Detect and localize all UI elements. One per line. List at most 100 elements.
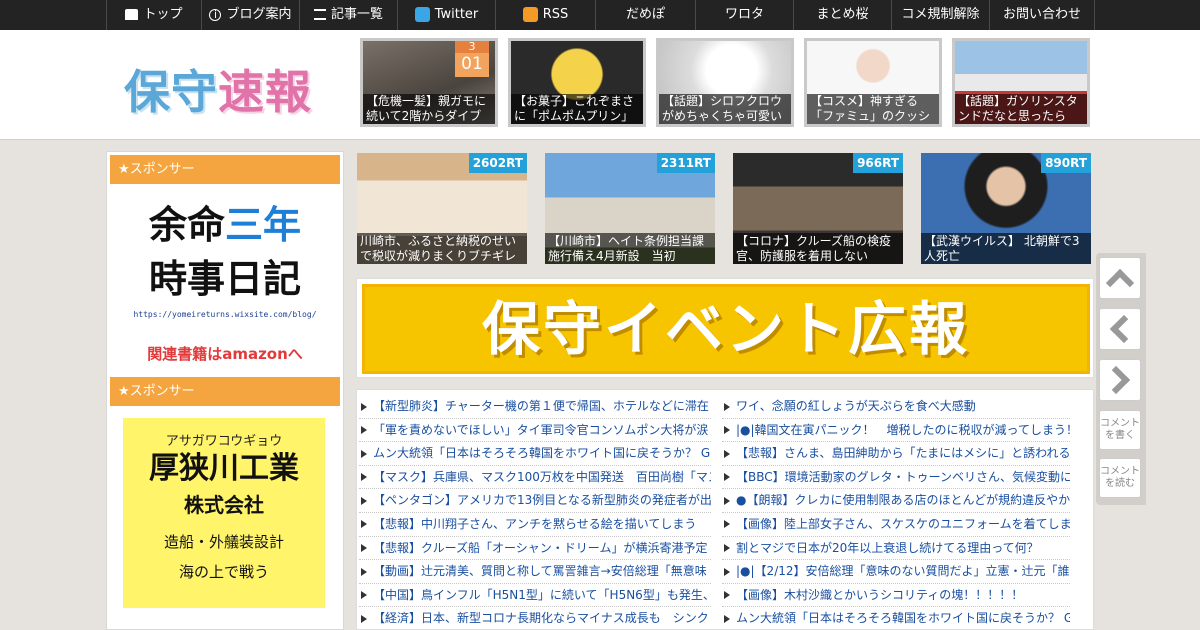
list-item[interactable]: 【画像】木村沙織とかいうシコリティの塊！！！！！ xyxy=(722,584,1070,608)
nav-twitter[interactable]: Twitter xyxy=(397,0,495,30)
nav-warota[interactable]: ワロタ xyxy=(695,0,793,30)
arrow-right-icon xyxy=(361,567,367,576)
header-thumbnails: 3 01 【危機一髪】親ガモに続いて2階からダイブ 【お菓子】これぞまさに「ポムポ… xyxy=(360,38,1090,127)
ad-title-blue: 三年 xyxy=(225,203,302,247)
popular-post[interactable]: 2602RT 川崎市、ふるさと納税のせいで税収が減りまくりブチギレ xyxy=(357,153,527,264)
arrow-right-icon xyxy=(361,591,367,600)
prev-article-button[interactable] xyxy=(1099,308,1141,350)
news-list: 【新型肺炎】チャーター機の第１便で帰国、ホテルなどに滞在 「軍を責めないでほしい… xyxy=(356,389,1094,630)
header-thumb[interactable]: 【話題】ガソリンスタンドだなと思ったら xyxy=(952,38,1090,127)
list-item[interactable]: 割とマジで日本が20年以上衰退し続けてる理由って何？ xyxy=(722,537,1070,561)
rt-count-badge: 2602RT xyxy=(468,153,527,173)
list-item[interactable]: |●|韓国文在寅パニック！ 増税したのに税収が減ってしまう！ xyxy=(722,419,1070,443)
arrow-right-icon xyxy=(724,402,730,411)
arrow-right-icon xyxy=(724,567,730,576)
nav-contact[interactable]: お問い合わせ xyxy=(989,0,1095,30)
arrow-right-icon xyxy=(724,544,730,553)
arrow-right-icon xyxy=(361,402,367,411)
list-item[interactable]: 【悲報】さんま、島田紳助から「たまにはメシに」と誘われる xyxy=(722,442,1070,466)
list-item[interactable]: 【画像】陸上部女子さん、スケスケのユニフォームを着てしま xyxy=(722,513,1070,537)
arrow-right-icon xyxy=(724,426,730,435)
ad-extra: 海の上で戦う xyxy=(178,563,269,581)
floating-side-buttons: コメントを書く コメントを読む xyxy=(1096,253,1146,505)
ad-title-line2: 時事日記 xyxy=(148,257,301,301)
list-item[interactable]: 「軍を責めないでほしい」タイ軍司令官コンソムポン大将が涙 xyxy=(359,419,711,443)
arrow-right-icon xyxy=(724,520,730,529)
next-article-button[interactable] xyxy=(1099,359,1141,401)
arrow-right-icon xyxy=(361,614,367,623)
site-logo[interactable]: 保守速報 xyxy=(124,56,312,122)
amazon-link[interactable]: 関連書籍はamazonへ xyxy=(117,343,333,364)
news-column-left: 【新型肺炎】チャーター機の第１便で帰国、ホテルなどに滞在 「軍を責めないでほしい… xyxy=(359,395,711,629)
header-thumb[interactable]: 【お菓子】これぞまさに「ポムポムプリン」 xyxy=(508,38,646,127)
list-item[interactable]: |●|【2/12】安倍総理「意味のない質問だよ」立憲・辻元「誰が xyxy=(722,560,1070,584)
list-item[interactable]: ●【朗報】クレカに使用制限ある店のほとんどが規約違反やか xyxy=(722,489,1070,513)
ad-kana: アサガワコウギョウ xyxy=(165,434,283,449)
nav-blog-guide[interactable]: i ブログ案内 xyxy=(201,0,299,30)
info-icon: i xyxy=(209,8,222,21)
chevron-up-icon xyxy=(1105,268,1135,298)
arrow-right-icon xyxy=(361,544,367,553)
ad-company-name: 厚狭川工業 xyxy=(149,451,299,486)
nav-damepo[interactable]: だめぽ xyxy=(595,0,695,30)
sidebar: ★スポンサー 余命三年 時事日記 https://yomeireturns.wi… xyxy=(106,151,344,630)
header-thumb[interactable]: 3 01 【危機一髪】親ガモに続いて2階からダイブ xyxy=(360,38,498,127)
top-nav: トップ i ブログ案内 記事一覧 Twitter RSS だめぽ ワロタ まとめ桜… xyxy=(0,0,1200,30)
popular-post[interactable]: 2311RT 【川崎市】ヘイト条例担当課 施行備え4月新設 当初 xyxy=(545,153,715,264)
news-column-right: ワイ、念願の紅しょうが天ぷらを食べ大感動 |●|韓国文在寅パニック！ 増税したの… xyxy=(722,395,1070,629)
twitter-icon xyxy=(414,7,430,22)
chevron-right-icon xyxy=(1101,365,1131,395)
sponsor-ad-yomei[interactable]: 余命三年 時事日記 https://yomeireturns.wixsite.c… xyxy=(117,198,333,374)
nav-rss[interactable]: RSS xyxy=(495,0,595,30)
rt-count-badge: 966RT xyxy=(853,153,903,173)
chevron-left-icon xyxy=(1109,314,1139,344)
popular-post[interactable]: 890RT 【武漢ウイルス】 北朝鮮で3人死亡 xyxy=(921,153,1091,264)
arrow-right-icon xyxy=(361,496,367,505)
nav-article-list[interactable]: 記事一覧 xyxy=(299,0,397,30)
list-item[interactable]: 【悲報】クルーズ船「オーシャン・ドリーム」が横浜寄港予定 xyxy=(359,537,711,561)
sponsor-heading: ★スポンサー xyxy=(110,155,340,184)
popular-posts: 2602RT 川崎市、ふるさと納税のせいで税収が減りまくりブチギレ 2311RT… xyxy=(357,153,1091,264)
list-item[interactable]: 【新型肺炎】チャーター機の第１便で帰国、ホテルなどに滞在 xyxy=(359,395,711,419)
sponsor-heading: ★スポンサー xyxy=(110,377,340,406)
list-item[interactable]: ワイ、念願の紅しょうが天ぷらを食べ大感動 xyxy=(722,395,1070,419)
list-icon xyxy=(313,9,326,20)
scroll-top-button[interactable] xyxy=(1099,257,1141,299)
event-banner[interactable]: 保守イベント広報 xyxy=(356,278,1094,378)
list-item[interactable]: 【経済】日本、新型コロナ長期化ならマイナス成長も シンク xyxy=(359,607,711,629)
arrow-right-icon xyxy=(361,473,367,482)
list-item[interactable]: ムン大統領「日本はそろそろ韓国をホワイト国に戻そうか？ G xyxy=(359,442,711,466)
list-item[interactable]: 【動画】辻元清美、質問と称して罵詈雑言→安倍総理「無意味 xyxy=(359,560,711,584)
list-item[interactable]: 【悲報】中川翔子さん、アンチを黙らせる絵を描いてしまう xyxy=(359,513,711,537)
read-comment-button[interactable]: コメントを読む xyxy=(1099,458,1141,498)
ad-title-black: 余命 xyxy=(148,203,225,247)
list-item[interactable]: ムン大統領「日本はそろそろ韓国をホワイト国に戻そうか？ G xyxy=(722,607,1070,629)
rt-count-badge: 2311RT xyxy=(656,153,715,173)
list-item[interactable]: 【BBC】環境活動家のグレタ・トゥーンベリさん、気候変動に xyxy=(722,466,1070,490)
sponsor-ad-asagawa[interactable]: アサガワコウギョウ 厚狭川工業 株式会社 造船・外艤装設計 海の上で戦う xyxy=(123,418,325,608)
arrow-right-icon xyxy=(724,473,730,482)
nav-top[interactable]: トップ xyxy=(106,0,201,30)
arrow-right-icon xyxy=(724,614,730,623)
rt-count-badge: 890RT xyxy=(1041,153,1091,173)
header: 保守速報 3 01 【危機一髪】親ガモに続いて2階からダイブ 【お菓子】これぞまさ… xyxy=(0,30,1200,140)
arrow-right-icon xyxy=(724,591,730,600)
ad-url: https://yomeireturns.wixsite.com/blog/ xyxy=(133,310,317,319)
popular-post[interactable]: 966RT 【コロナ】クルーズ船の検疫官、防護服を着用しない xyxy=(733,153,903,264)
write-comment-button[interactable]: コメントを書く xyxy=(1099,410,1141,450)
arrow-right-icon xyxy=(361,520,367,529)
home-icon xyxy=(125,9,139,20)
date-badge: 3 01 xyxy=(455,41,489,77)
arrow-right-icon xyxy=(361,449,367,458)
list-item[interactable]: 【マスク】兵庫県、マスク100万枚を中国発送 百田尚樹「マス xyxy=(359,466,711,490)
list-item[interactable]: 【中国】鳥インフル「H5N1型」に続いて「H5N6型」も発生、 xyxy=(359,584,711,608)
list-item[interactable]: 【ペンタゴン】アメリカで13例目となる新型肺炎の発症者が出 xyxy=(359,489,711,513)
header-thumb[interactable]: 【コスメ】神すぎる「ファミュ」のクッション xyxy=(804,38,942,127)
arrow-right-icon xyxy=(361,426,367,435)
arrow-right-icon xyxy=(724,496,730,505)
rss-icon xyxy=(522,7,538,22)
nav-comment-unban[interactable]: コメ規制解除 xyxy=(891,0,989,30)
header-thumb[interactable]: 【話題】シロフクロウがめちゃくちゃ可愛い xyxy=(656,38,794,127)
nav-matome-sakura[interactable]: まとめ桜 xyxy=(793,0,891,30)
banner-text: 保守イベント広報 xyxy=(362,284,1090,374)
